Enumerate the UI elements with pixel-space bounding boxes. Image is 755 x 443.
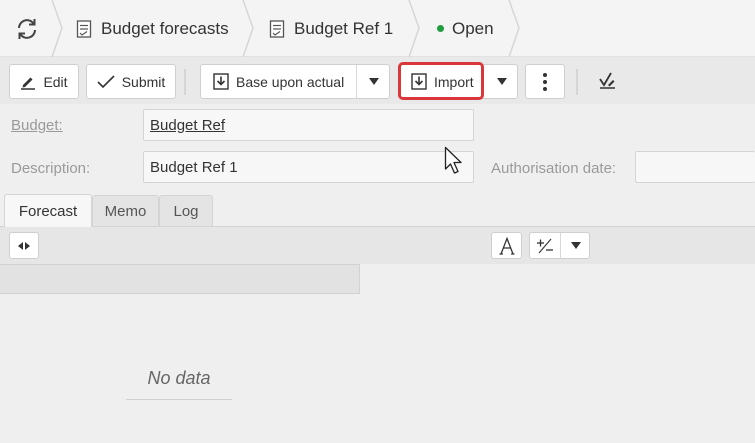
description-field[interactable]: Budget Ref 1 — [143, 151, 474, 183]
breadcrumb-status-open[interactable]: Open — [437, 0, 494, 57]
plus-minus-dropdown[interactable] — [561, 233, 590, 258]
tab-log[interactable]: Log — [159, 195, 213, 227]
pencil-icon — [21, 77, 36, 90]
edit-button[interactable]: Edit — [9, 64, 79, 99]
approve-edit-icon[interactable] — [597, 70, 619, 92]
breadcrumb-separator — [508, 0, 520, 57]
tab-forecast[interactable]: Forecast — [4, 194, 92, 227]
refresh-icon[interactable] — [14, 16, 40, 42]
grid-toolbar — [0, 227, 755, 264]
breadcrumb-label: Budget Ref 1 — [294, 18, 394, 38]
caret-down-icon — [570, 241, 581, 249]
breadcrumb: Budget forecasts Budget Ref 1 Open — [0, 0, 755, 57]
document-icon — [269, 19, 285, 38]
import-split-button: Import — [400, 64, 518, 99]
caret-down-icon — [496, 77, 507, 85]
base-upon-actual-dropdown[interactable] — [357, 65, 390, 98]
status-dot — [437, 25, 444, 32]
more-options-button[interactable] — [525, 64, 565, 99]
toolbar: Edit Submit Base upon actual Import — [0, 57, 755, 104]
submit-button[interactable]: Submit — [86, 64, 176, 99]
import-down-icon — [213, 73, 229, 90]
budget-field[interactable]: Budget Ref — [143, 109, 474, 141]
document-icon — [76, 19, 92, 38]
expand-columns-button[interactable] — [9, 232, 39, 259]
font-icon — [499, 236, 514, 255]
breadcrumb-label: Budget forecasts — [101, 18, 229, 38]
more-vertical-icon — [543, 72, 547, 91]
authorisation-date-field[interactable] — [635, 151, 755, 183]
import-dropdown[interactable] — [485, 65, 518, 98]
plus-minus-button[interactable] — [530, 233, 560, 258]
caret-down-icon — [368, 77, 379, 85]
tab-memo[interactable]: Memo — [92, 195, 159, 227]
breadcrumb-separator — [242, 0, 254, 57]
import-button[interactable]: Import — [401, 65, 484, 98]
grid-header — [0, 264, 360, 294]
base-upon-actual-split-button: Base upon actual — [200, 64, 390, 99]
breadcrumb-separator — [408, 0, 420, 57]
authorisation-date-label: Authorisation date: — [491, 160, 617, 177]
budget-label[interactable]: Budget: — [11, 117, 63, 134]
empty-state-text: No data — [126, 368, 232, 400]
breadcrumb-budget-forecasts[interactable]: Budget forecasts — [76, 0, 229, 57]
base-upon-actual-button[interactable]: Base upon actual — [201, 65, 356, 98]
font-format-button[interactable] — [491, 232, 522, 259]
import-down-icon — [411, 73, 427, 90]
plus-minus-split-button — [529, 232, 590, 259]
status-label: Open — [452, 18, 494, 38]
toolbar-separator — [576, 69, 578, 95]
budget-forecast-page: Budget forecasts Budget Ref 1 Open Edit … — [0, 0, 755, 443]
description-label: Description: — [11, 160, 91, 177]
horizontal-arrows-icon — [18, 241, 30, 250]
toolbar-separator — [184, 69, 186, 95]
breadcrumb-budget-ref-1[interactable]: Budget Ref 1 — [269, 0, 393, 57]
breadcrumb-separator — [51, 0, 63, 57]
checkmark-icon — [97, 74, 115, 88]
plus-minus-icon — [537, 238, 553, 253]
